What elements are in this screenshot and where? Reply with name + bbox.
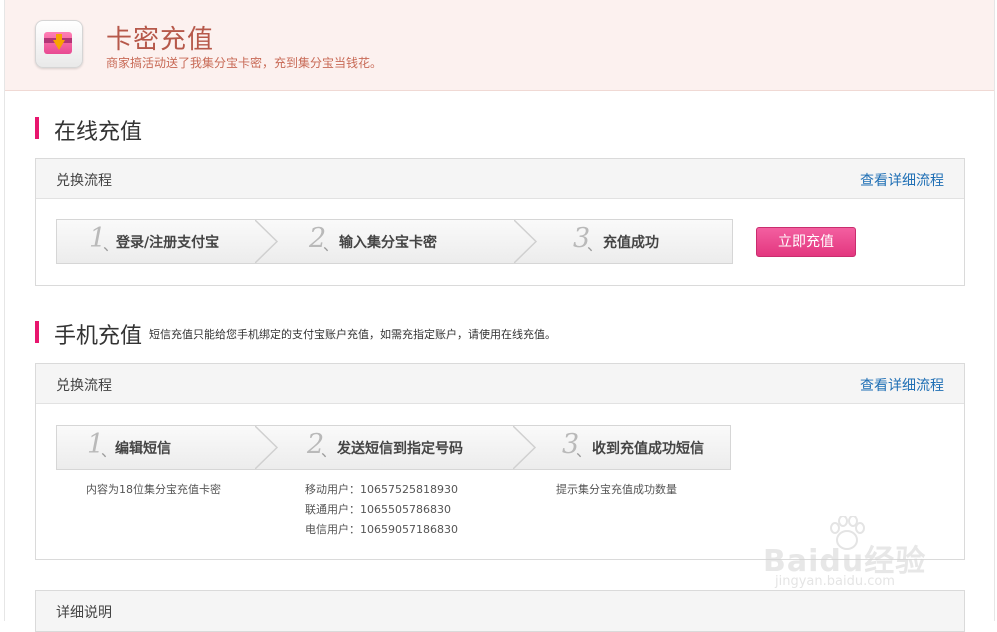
mobile-section-title: 手机充值	[54, 324, 143, 349]
chevron-right-icon	[513, 426, 537, 469]
mobile-detail-link[interactable]: 查看详细流程	[860, 375, 944, 395]
details-panel: 详细说明	[35, 590, 965, 632]
watermark-url: jingyan.baidu.com	[775, 574, 895, 589]
online-panel-header: 兑换流程 查看详细流程	[36, 159, 964, 199]
mobile-panel-label: 兑换流程	[56, 378, 112, 394]
online-step-3: 3 、 充值成功	[573, 223, 659, 254]
heading-accent-bar	[35, 117, 39, 139]
online-step-2: 2 、 输入集分宝卡密	[309, 223, 437, 254]
page-subtitle: 商家搞活动送了我集分宝卡密，充到集分宝当钱花。	[106, 56, 383, 70]
details-label: 详细说明	[56, 605, 112, 621]
step2-description: 移动用户：10657525818930 联通用户：1065505786830 电…	[305, 480, 458, 540]
mobile-section-note: 短信充值只能给您手机绑定的支付宝账户充值，如需充指定账户，请使用在线充值。	[149, 328, 556, 341]
online-steps: 1 、 登录/注册支付宝 2 、 输入集分宝卡密 3 、 充值成功	[56, 219, 733, 264]
baidu-watermark: Baidu经验 jingyan.baidu.com	[755, 516, 945, 596]
mobile-number-cmcc: 移动用户：10657525818930	[305, 483, 458, 496]
chevron-right-icon	[255, 426, 279, 469]
mobile-steps: 1 、 编辑短信 2 、 发送短信到指定号码 3 、 收到充值成功短信	[56, 425, 731, 470]
online-panel-label: 兑换流程	[56, 173, 112, 189]
mobile-number-telecom: 电信用户：10659057186830	[305, 523, 458, 536]
page-header: 卡密充值 商家搞活动送了我集分宝卡密，充到集分宝当钱花。	[5, 0, 994, 91]
chevron-right-icon	[255, 220, 279, 263]
mobile-step-1: 1 、 编辑短信	[87, 429, 171, 460]
step3-description: 提示集分宝充值成功数量	[556, 483, 677, 496]
mobile-step-3: 3 、 收到充值成功短信	[562, 429, 704, 460]
step1-description: 内容为18位集分宝充值卡密	[86, 483, 221, 496]
online-flow-panel: 兑换流程 查看详细流程 1 、 登录/注册支付宝 2 、 输入集分宝卡密 3 、…	[35, 158, 965, 286]
online-section-title: 在线充值	[54, 120, 143, 145]
mobile-number-unicom: 联通用户：1065505786830	[305, 503, 451, 516]
recharge-now-button[interactable]: 立即充值	[756, 227, 856, 257]
page-title: 卡密充值	[106, 25, 215, 55]
online-detail-link[interactable]: 查看详细流程	[860, 170, 944, 190]
chevron-right-icon	[514, 220, 538, 263]
mobile-step-2: 2 、 发送短信到指定号码	[307, 429, 463, 460]
heading-accent-bar	[35, 321, 39, 343]
mobile-panel-header: 兑换流程 查看详细流程	[36, 364, 964, 404]
card-download-icon	[35, 20, 83, 68]
online-step-1: 1 、 登录/注册支付宝	[89, 223, 220, 254]
